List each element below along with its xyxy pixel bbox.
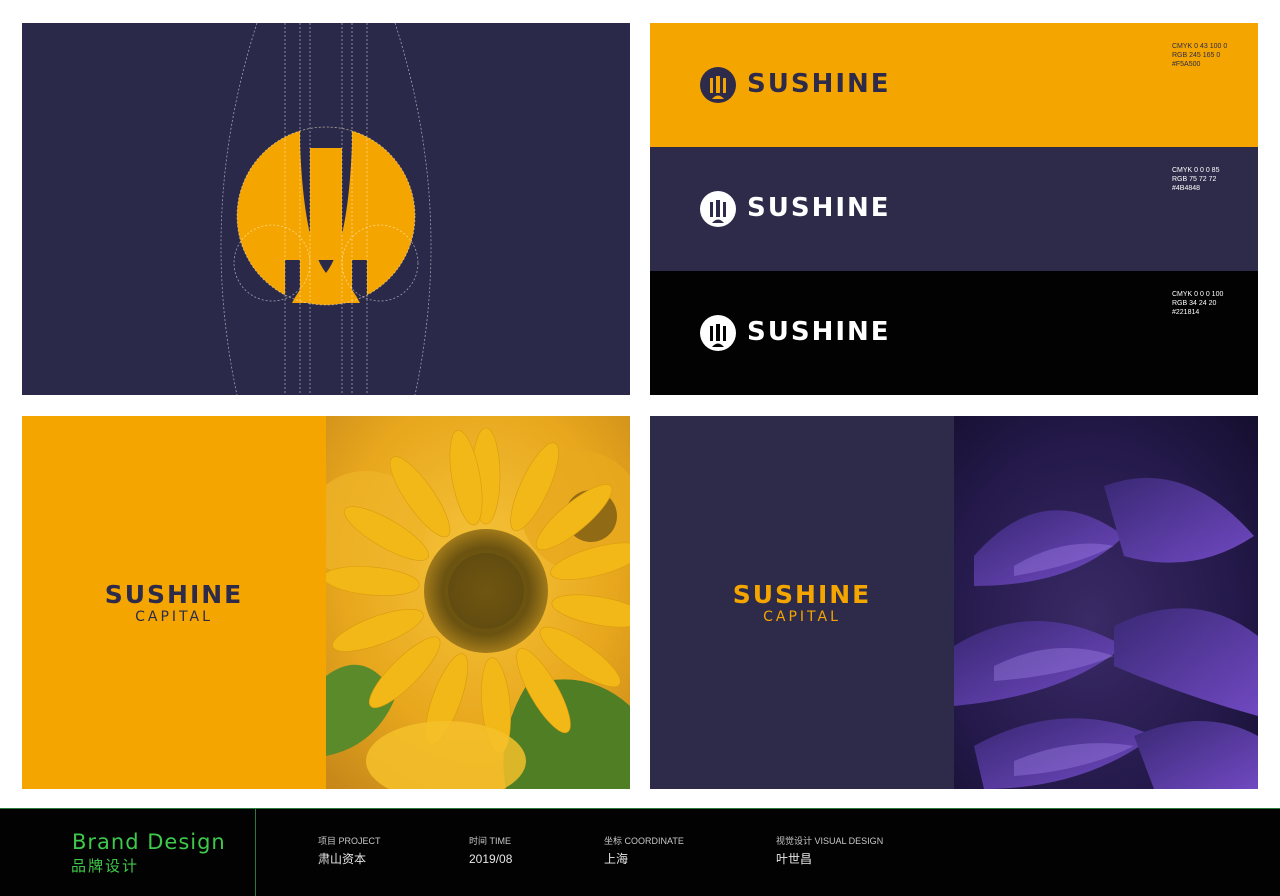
footer-item-project: 项目 PROJECT 肃山资本 [318,836,381,867]
footer-value: 叶世昌 [776,852,813,866]
color-spec: CMYK 0 43 100 0 RGB 245 165 0 #F5A500 [1172,42,1227,69]
color-spec: CMYK 0 0 0 100 RGB 34 24 20 #221814 [1172,290,1223,317]
spec-cmyk: CMYK 0 0 0 85 [1172,167,1220,174]
purple-flower-photo [954,416,1258,789]
brand-block-orange: SUSHINE CAPITAL [22,416,326,789]
sushine-mark-icon [700,191,736,227]
footer-bar: Brand Design 品牌设计 项目 PROJECT 肃山资本 时间 TIM… [0,808,1280,896]
logo-construction-panel [22,23,630,395]
footer-item-time: 时间 TIME 2019/08 [469,836,512,867]
brand-sub: CAPITAL [763,609,841,625]
sushine-mark-icon [220,23,432,395]
wordmark: SUSHINE [747,193,891,223]
spec-hex: #F5A500 [1172,61,1201,68]
spec-hex: #221814 [1172,309,1200,316]
wordmark: SUSHINE [747,69,891,99]
sushine-mark-icon [700,315,736,351]
wordmark: SUSHINE [747,317,891,347]
footer-item-visual-design: 视觉设计 VISUAL DESIGN 叶世昌 [776,836,883,867]
spec-rgb: RGB 245 165 0 [1172,52,1221,59]
purple-flower-panel: SUSHINE CAPITAL [650,416,1258,789]
footer-item-coordinate: 坐标 COORDINATE 上海 [604,836,684,867]
brand-sub: CAPITAL [135,609,213,625]
brand-lockup: SUSHINE CAPITAL [650,580,954,626]
footer-label: 项目 PROJECT [318,836,381,846]
color-variants-panel: SUSHINE CMYK 0 43 100 0 RGB 245 165 0 #F… [650,23,1258,395]
brand-lockup: SUSHINE CAPITAL [22,580,326,626]
sunflower-photo [306,416,630,789]
footer-subtitle: 品牌设计 [71,857,140,875]
spec-rgb: RGB 75 72 72 [1172,176,1217,183]
sunflower-panel: SUSHINE CAPITAL [22,416,630,789]
brand-name: SUSHINE [104,580,244,609]
color-bar-navy: SUSHINE CMYK 0 0 0 85 RGB 75 72 72 #4B48… [650,147,1258,271]
footer-label: 坐标 COORDINATE [604,836,684,846]
color-bar-black: SUSHINE CMYK 0 0 0 100 RGB 34 24 20 #221… [650,271,1258,395]
footer-value: 肃山资本 [318,852,367,866]
spec-rgb: RGB 34 24 20 [1172,300,1217,307]
footer-value: 上海 [604,852,629,866]
brand-name: SUSHINE [732,580,872,609]
brand-block-navy: SUSHINE CAPITAL [650,416,954,789]
footer-value: 2019/08 [469,852,513,866]
spec-cmyk: CMYK 0 0 0 100 [1172,291,1224,298]
spec-cmyk: CMYK 0 43 100 0 [1172,43,1228,50]
color-spec: CMYK 0 0 0 85 RGB 75 72 72 #4B4848 [1172,166,1219,193]
footer-title: Brand Design [72,830,226,854]
footer-label: 时间 TIME [469,836,511,846]
footer-divider [255,809,256,896]
sushine-mark-icon [700,67,736,103]
spec-hex: #4B4848 [1172,185,1201,192]
color-bar-orange: SUSHINE CMYK 0 43 100 0 RGB 245 165 0 #F… [650,23,1258,147]
footer-label: 视觉设计 VISUAL DESIGN [776,836,884,846]
